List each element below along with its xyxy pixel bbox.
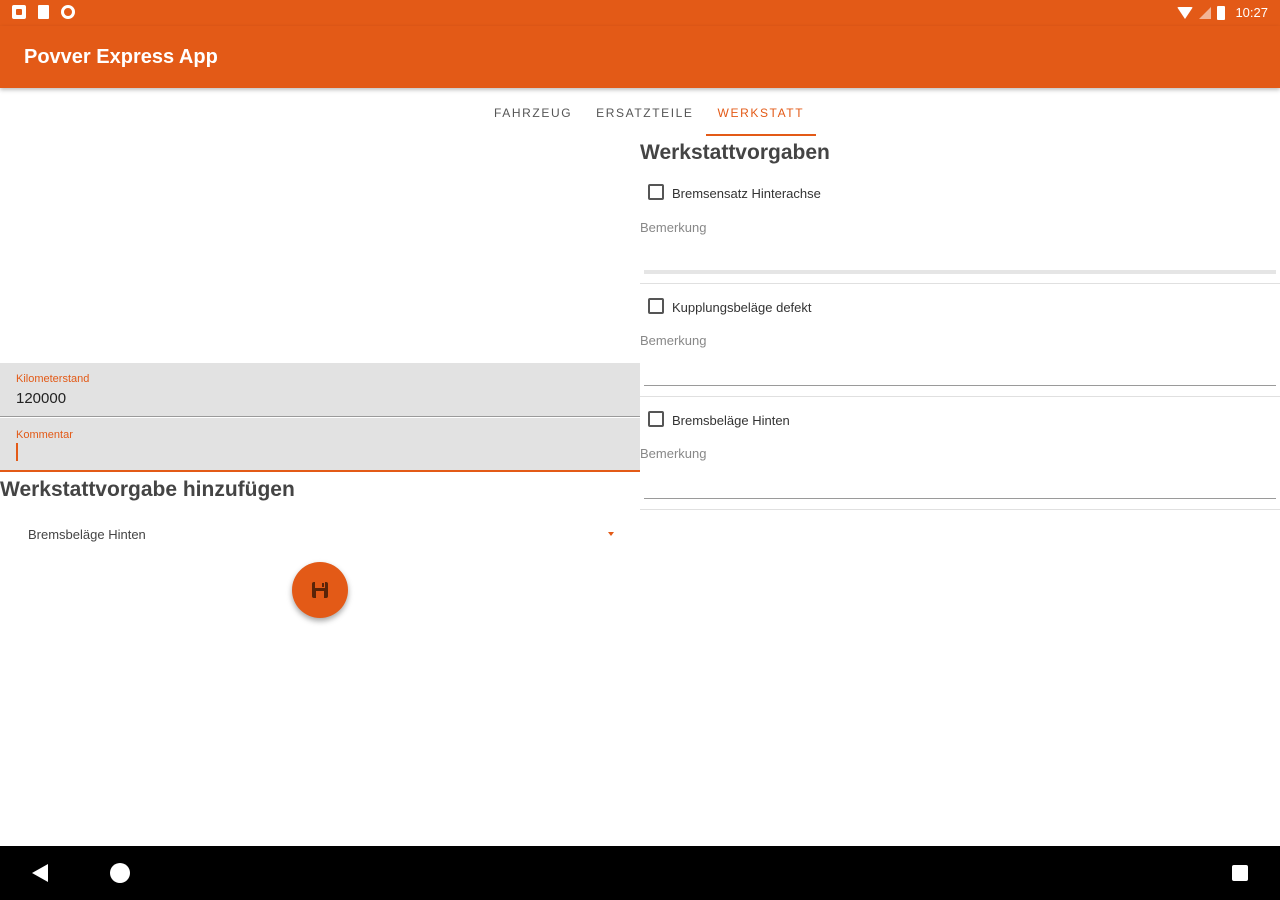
- home-icon[interactable]: [110, 863, 130, 883]
- tab-ersatzteile[interactable]: ERSATZTEILE: [584, 96, 705, 136]
- km-field[interactable]: Kilometerstand 120000: [0, 363, 640, 417]
- comment-field[interactable]: Kommentar: [0, 418, 640, 472]
- list-item: Bremsbeläge Hinten Bemerkung: [640, 398, 1280, 510]
- km-field-label: Kilometerstand: [16, 373, 90, 385]
- km-field-value: 120000: [16, 390, 67, 407]
- text-cursor: [16, 443, 18, 461]
- item-checkbox[interactable]: [648, 411, 664, 427]
- werkstattvorgabe-spinner[interactable]: Bremsbeläge Hinten: [16, 516, 624, 552]
- item-label: Kupplungsbeläge defekt: [672, 300, 812, 315]
- app-title: Povver Express App: [24, 46, 218, 68]
- item-checkbox[interactable]: [648, 298, 664, 314]
- remark-field-hint[interactable]: Bemerkung: [640, 333, 706, 348]
- sd-card-icon: [38, 5, 49, 19]
- remark-field-hint[interactable]: Bemerkung: [640, 446, 706, 461]
- remark-field-underline: [644, 498, 1276, 499]
- recents-icon[interactable]: [1232, 865, 1248, 881]
- status-time: 10:27: [1235, 5, 1268, 20]
- list-item: Kupplungsbeläge defekt Bemerkung: [640, 285, 1280, 397]
- status-bar-notifications: [12, 5, 75, 19]
- remark-field-underline: [644, 385, 1276, 386]
- save-fab-button[interactable]: [292, 562, 348, 618]
- cell-signal-icon: [1199, 6, 1212, 19]
- tab-werkstatt[interactable]: WERKSTATT: [705, 96, 817, 136]
- item-label: Bremsbeläge Hinten: [672, 413, 790, 428]
- comment-field-label: Kommentar: [16, 429, 73, 441]
- wifi-icon: [1177, 6, 1194, 19]
- tab-fahrzeug[interactable]: FAHRZEUG: [482, 96, 584, 136]
- app-bar: Povver Express App: [0, 26, 1280, 88]
- add-section-heading: Werkstattvorgabe hinzufügen: [0, 478, 295, 501]
- list-section-heading: Werkstattvorgaben: [640, 141, 830, 164]
- dropdown-caret-icon: [608, 532, 614, 536]
- tab-bar: FAHRZEUG ERSATZTEILE WERKSTATT: [482, 96, 817, 136]
- spinner-selected-value: Bremsbeläge Hinten: [28, 527, 146, 542]
- remark-field-hint[interactable]: Bemerkung: [640, 220, 706, 235]
- circle-icon: [61, 5, 75, 19]
- notification-square-icon: [12, 5, 26, 19]
- nav-bar: [0, 846, 1280, 900]
- back-icon[interactable]: [32, 864, 48, 882]
- item-label: Bremsensatz Hinterachse: [672, 186, 821, 201]
- save-icon: [312, 582, 328, 598]
- item-checkbox[interactable]: [648, 184, 664, 200]
- battery-icon: [1217, 5, 1226, 20]
- list-item: Bremsensatz Hinterachse Bemerkung: [640, 172, 1280, 284]
- status-bar: 10:27: [0, 0, 1280, 26]
- status-bar-system: 10:27: [1177, 5, 1268, 20]
- remark-field-underline: [644, 270, 1276, 274]
